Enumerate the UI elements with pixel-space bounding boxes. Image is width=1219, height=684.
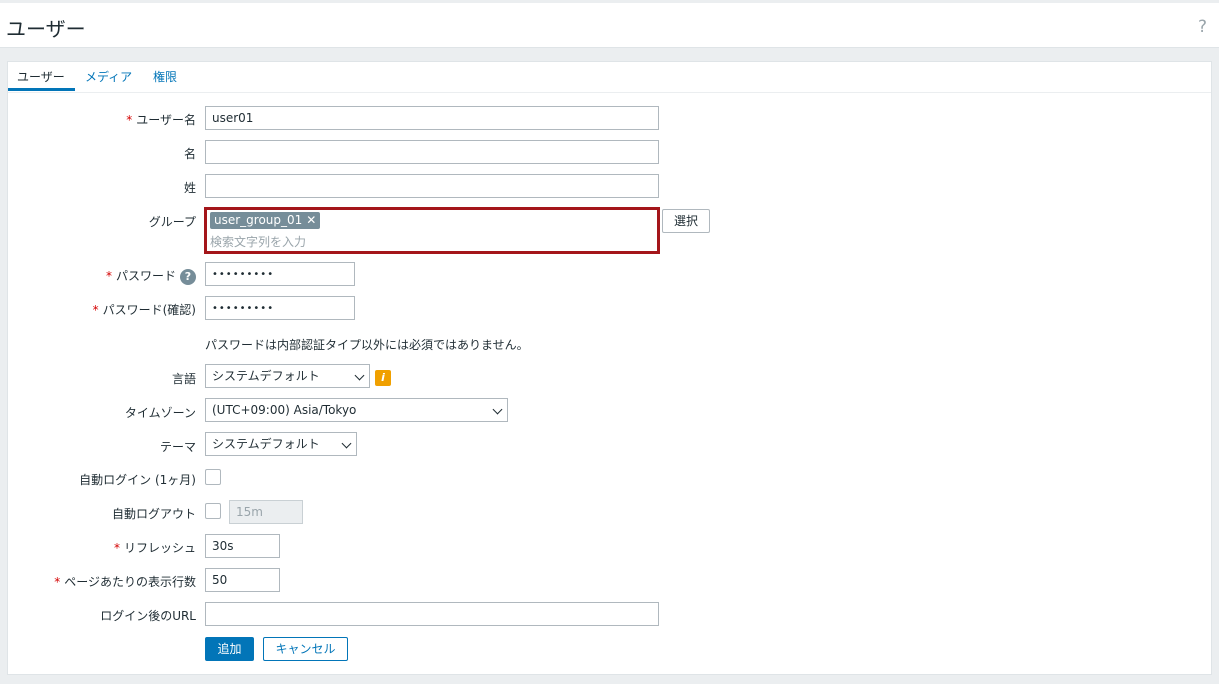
required-marker: *: [113, 541, 120, 555]
group-chip: user_group_01 ✕: [210, 212, 321, 229]
lastname-input[interactable]: [205, 174, 659, 198]
password-help-icon[interactable]: ?: [180, 268, 196, 285]
firstname-input[interactable]: [205, 140, 659, 164]
group-search-input[interactable]: 検索文字列を入力: [210, 233, 306, 250]
required-marker: *: [54, 575, 61, 589]
theme-label: テーマ: [159, 440, 196, 454]
password-input[interactable]: [205, 262, 355, 286]
url-input[interactable]: [205, 602, 659, 626]
password-confirm-input[interactable]: [205, 296, 355, 320]
password-confirm-label: * パスワード(確認): [92, 303, 196, 317]
help-icon[interactable]: ?: [1198, 17, 1207, 37]
group-select-button[interactable]: 選択: [662, 209, 710, 233]
language-select[interactable]: システムデフォルト: [205, 364, 370, 388]
language-label: 言語: [171, 372, 196, 386]
rows-per-page-label: * ページあたりの表示行数: [54, 575, 196, 589]
required-marker: *: [92, 303, 99, 317]
refresh-input[interactable]: [205, 534, 280, 558]
chevron-down-icon: [341, 438, 352, 449]
required-marker: *: [126, 113, 133, 127]
autologout-label: 自動ログアウト: [111, 507, 196, 521]
info-icon[interactable]: i: [375, 370, 391, 386]
lastname-label: 姓: [183, 181, 196, 195]
active-tab-indicator: [8, 88, 75, 91]
refresh-label: * リフレッシュ: [113, 541, 196, 555]
timezone-select[interactable]: (UTC+09:00) Asia/Tokyo: [205, 398, 508, 422]
tab-media[interactable]: メディア: [85, 68, 132, 85]
timezone-label: タイムゾーン: [124, 406, 196, 420]
theme-select[interactable]: システムデフォルト: [205, 432, 357, 456]
firstname-label: 名: [183, 147, 196, 161]
cancel-button[interactable]: キャンセル: [263, 637, 348, 661]
tab-user[interactable]: ユーザー: [17, 68, 65, 85]
chevron-down-icon: [354, 370, 365, 381]
add-button[interactable]: 追加: [205, 637, 254, 661]
remove-chip-icon[interactable]: ✕: [306, 213, 316, 227]
username-input[interactable]: [205, 106, 659, 130]
page-header: ユーザー ?: [0, 3, 1219, 48]
password-note: パスワードは内部認証タイプ以外には必須ではありません。: [205, 338, 529, 352]
group-label: グループ: [148, 215, 196, 229]
password-label: * パスワード?: [8, 267, 196, 285]
rows-per-page-input[interactable]: [205, 568, 280, 592]
autologout-checkbox[interactable]: [205, 503, 221, 519]
username-label: * ユーザー名: [126, 113, 196, 127]
chevron-down-icon: [492, 404, 503, 415]
page-title: ユーザー: [6, 17, 86, 41]
autologin-label: 自動ログイン (1ヶ月): [79, 473, 196, 487]
tab-bar: ユーザー メディア 権限: [8, 62, 1211, 93]
url-label: ログイン後のURL: [100, 609, 196, 623]
autologout-input: [229, 500, 303, 524]
tab-permissions[interactable]: 権限: [153, 68, 177, 85]
required-marker: *: [105, 269, 112, 283]
autologin-checkbox[interactable]: [205, 469, 221, 485]
group-multiselect[interactable]: user_group_01 ✕ 検索文字列を入力: [204, 207, 660, 254]
user-form-card: ユーザー メディア 権限 *ユーザー名 名 姓 グループ user_group_…: [7, 61, 1212, 675]
